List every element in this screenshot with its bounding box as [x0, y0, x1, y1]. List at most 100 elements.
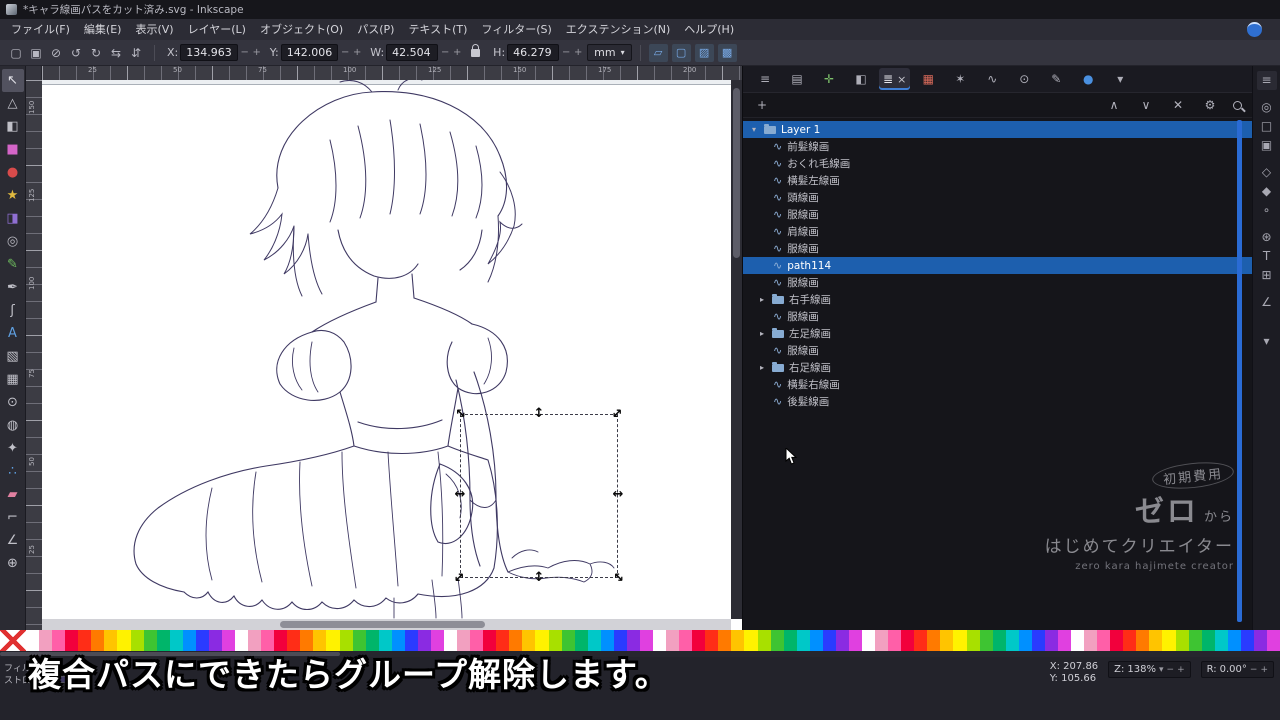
- palette-swatch[interactable]: [1188, 630, 1202, 651]
- xml-editor-tab[interactable]: ✎: [1042, 68, 1070, 90]
- object-row[interactable]: ∿ 頭線画: [743, 189, 1252, 206]
- menu-item[interactable]: ファイル(F): [4, 19, 77, 40]
- palette-swatch[interactable]: [1084, 630, 1098, 651]
- scrollbar-thumb[interactable]: [733, 88, 740, 258]
- canvas[interactable]: ↔ ↕ ↔ ↔ ↔ ↔ ↕ ↔: [42, 80, 742, 630]
- pen-tool[interactable]: ✒: [2, 276, 24, 299]
- snap-midpoints-icon[interactable]: ∘: [1257, 201, 1277, 220]
- palette-swatch[interactable]: [809, 630, 823, 651]
- delete-layer-button[interactable]: ✕: [1169, 98, 1187, 112]
- dialog-menu-tab[interactable]: ≡: [751, 68, 779, 90]
- palette-swatch[interactable]: [718, 630, 732, 651]
- snap-guides-icon[interactable]: ∠: [1257, 293, 1277, 312]
- scale-corners-toggle-icon[interactable]: ▢: [671, 43, 691, 62]
- node-tool[interactable]: △: [2, 92, 24, 115]
- palette-swatch[interactable]: [1044, 630, 1058, 651]
- deselect-icon[interactable]: ⊘: [46, 43, 66, 63]
- snap-bbox-icon[interactable]: □: [1257, 117, 1277, 136]
- object-row[interactable]: ∿ 服線画: [743, 240, 1252, 257]
- w-decrement-button[interactable]: −: [440, 47, 450, 58]
- paint-bucket-tool[interactable]: ◍: [2, 414, 24, 437]
- palette-swatch[interactable]: [953, 630, 967, 651]
- menu-item[interactable]: ヘルプ(H): [677, 19, 741, 40]
- scale-gradient-toggle-icon[interactable]: ▨: [694, 43, 714, 62]
- gradient-tool[interactable]: ▧: [2, 345, 24, 368]
- trace-dialog-tab[interactable]: ⊙: [1010, 68, 1038, 90]
- zoom-tool[interactable]: ⊕: [2, 552, 24, 575]
- menu-item[interactable]: オブジェクト(O): [253, 19, 350, 40]
- rotation-field[interactable]: R: 0.00° − +: [1200, 661, 1274, 678]
- caret-collapsed-icon[interactable]: ▸: [757, 329, 767, 338]
- layer-settings-button[interactable]: ⚙: [1201, 98, 1219, 112]
- dock-options-icon[interactable]: ≡: [1256, 71, 1277, 90]
- palette-swatch[interactable]: [1057, 630, 1071, 651]
- palette-swatch[interactable]: [914, 630, 928, 651]
- palette-swatch[interactable]: [862, 630, 876, 651]
- palette-swatch[interactable]: [940, 630, 954, 651]
- palette-swatch[interactable]: [979, 630, 993, 651]
- menu-item[interactable]: 編集(E): [77, 19, 129, 40]
- snap-others-icon[interactable]: ⊛: [1257, 228, 1277, 247]
- caret-expanded-icon[interactable]: ▾: [749, 125, 759, 134]
- palette-swatch[interactable]: [1031, 630, 1045, 651]
- palette-swatch[interactable]: [1162, 630, 1176, 651]
- x-field[interactable]: 134.963: [180, 44, 238, 61]
- palette-swatch[interactable]: [992, 630, 1006, 651]
- palette-swatch[interactable]: [1110, 630, 1124, 651]
- scale-stroke-toggle-icon[interactable]: ▱: [648, 43, 668, 62]
- palette-swatch[interactable]: [796, 630, 810, 651]
- dock-collapse-icon[interactable]: ▾: [1257, 332, 1277, 351]
- palette-swatch[interactable]: [835, 630, 849, 651]
- text-tool[interactable]: A: [2, 322, 24, 345]
- palette-swatch[interactable]: [770, 630, 784, 651]
- menu-item[interactable]: エクステンション(N): [559, 19, 677, 40]
- palette-swatch[interactable]: [966, 630, 980, 651]
- snap-bbox-edges-icon[interactable]: ▣: [1257, 136, 1277, 155]
- swatches-dialog-tab[interactable]: ▦: [914, 68, 942, 90]
- palette-swatch[interactable]: [1240, 630, 1254, 651]
- h-increment-button[interactable]: +: [573, 47, 583, 58]
- raise-layer-button[interactable]: ∧: [1105, 98, 1123, 112]
- snap-cusp-nodes-icon[interactable]: ◆: [1257, 182, 1277, 201]
- palette-swatch[interactable]: [1175, 630, 1189, 651]
- menu-item[interactable]: 表示(V): [128, 19, 180, 40]
- spray-tool[interactable]: ∴: [2, 460, 24, 483]
- y-field[interactable]: 142.006: [280, 44, 339, 61]
- rotate-cw-icon[interactable]: ↻: [86, 43, 106, 63]
- shape-builder-tool[interactable]: ◧: [2, 115, 24, 138]
- palette-swatch[interactable]: [888, 630, 902, 651]
- add-layer-button[interactable]: +: [753, 98, 771, 112]
- object-row[interactable]: ∿ 前髪線画: [743, 138, 1252, 155]
- rotation-increment-button[interactable]: +: [1260, 665, 1268, 675]
- horizontal-scrollbar[interactable]: [42, 619, 731, 630]
- w-field[interactable]: 42.504: [386, 44, 439, 61]
- object-row[interactable]: ∿ 横髪右線画: [743, 376, 1252, 393]
- object-row[interactable]: ∿ 服線画: [743, 308, 1252, 325]
- box3d-tool[interactable]: ◨: [2, 207, 24, 230]
- x-decrement-button[interactable]: −: [240, 47, 250, 58]
- palette-swatch[interactable]: [731, 630, 745, 651]
- palette-swatch[interactable]: [705, 630, 719, 651]
- palette-swatch[interactable]: [822, 630, 836, 651]
- palette-swatch[interactable]: [875, 630, 889, 651]
- caret-collapsed-icon[interactable]: ▸: [757, 295, 767, 304]
- select-all-icon[interactable]: ▢: [6, 43, 26, 63]
- tweak-tool[interactable]: ✦: [2, 437, 24, 460]
- rotation-decrement-button[interactable]: −: [1250, 665, 1258, 675]
- object-row[interactable]: ∿ path114: [743, 257, 1252, 274]
- document-properties-tab[interactable]: ▤: [783, 68, 811, 90]
- palette-swatch[interactable]: [744, 630, 758, 651]
- object-row[interactable]: ∿ おくれ毛線画: [743, 155, 1252, 172]
- select-all-layers-icon[interactable]: ▣: [26, 43, 46, 63]
- lower-layer-button[interactable]: ∨: [1137, 98, 1155, 112]
- menu-item[interactable]: テキスト(T): [401, 19, 474, 40]
- scrollbar-thumb[interactable]: [280, 621, 485, 628]
- fill-stroke-dialog-tab[interactable]: ◧: [847, 68, 875, 90]
- palette-swatch[interactable]: [757, 630, 771, 651]
- object-row[interactable]: ▸ 左足線画: [743, 325, 1252, 342]
- palette-swatch[interactable]: [901, 630, 915, 651]
- snap-popover-button[interactable]: [1247, 22, 1262, 37]
- dock-more-tab[interactable]: ▾: [1106, 68, 1134, 90]
- dropper-tool[interactable]: ⊙: [2, 391, 24, 414]
- layer-row[interactable]: ▾ Layer 1: [743, 121, 1252, 138]
